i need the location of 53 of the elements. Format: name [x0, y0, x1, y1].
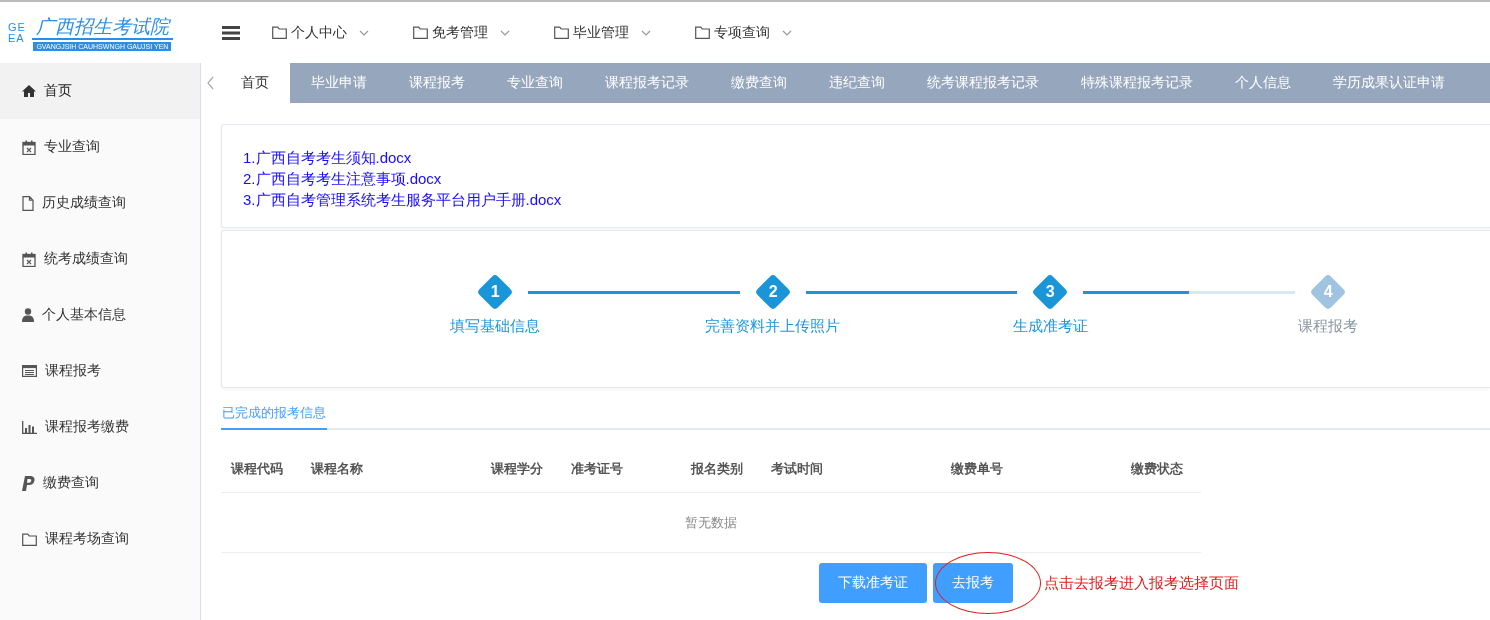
- folder-icon: [413, 26, 428, 39]
- column-header: 报名类别: [691, 460, 744, 478]
- folder-icon: [695, 26, 710, 39]
- calendar-icon: [22, 139, 36, 155]
- logo-letters: EA: [8, 32, 26, 44]
- menu-icon[interactable]: [222, 25, 240, 40]
- column-header: 课程代码: [229, 460, 284, 478]
- bar-chart-icon: [22, 420, 37, 434]
- home-icon: [22, 85, 36, 97]
- sidebar-item[interactable]: 历史成绩查询: [0, 175, 200, 231]
- document-link[interactable]: 1.广西自考考生须知.docx: [243, 147, 412, 168]
- folder-icon: [554, 26, 569, 39]
- step-label: 完善资料并上传照片: [705, 317, 841, 336]
- sidebar-item[interactable]: 个人基本信息: [0, 287, 200, 343]
- chevron-down-icon: [782, 29, 792, 36]
- sidebar-item[interactable]: 首页: [0, 63, 200, 119]
- list-icon: [22, 365, 37, 377]
- p-logo-icon: [22, 475, 35, 491]
- logo-title: 广西招生考试院: [31, 14, 173, 40]
- nav-menu[interactable]: 免考管理: [413, 23, 554, 42]
- file-icon: [22, 195, 34, 211]
- column-header: 缴费单号: [951, 460, 1004, 478]
- empty-table-text: 暂无数据: [685, 513, 737, 532]
- column-header: 课程名称: [311, 460, 364, 478]
- sidebar-item[interactable]: 课程报考缴费: [0, 399, 200, 455]
- column-header: 考试时间: [771, 460, 824, 478]
- document-link[interactable]: 2.广西自考考生注意事项.docx: [243, 168, 442, 189]
- column-header: 课程学分: [491, 460, 544, 478]
- user-icon: [22, 308, 34, 322]
- folder-icon: [272, 26, 287, 39]
- logo-letters: GE: [8, 21, 26, 33]
- column-header: 缴费状态: [1131, 460, 1184, 478]
- chevron-left-icon: [207, 76, 214, 90]
- column-header: 准考证号: [571, 460, 624, 478]
- calendar-icon: [22, 251, 36, 267]
- sidebar-item[interactable]: 专业查询: [0, 119, 200, 175]
- annotation-text: 点击去报考进入报考选择页面: [1044, 573, 1239, 593]
- sidebar-item[interactable]: 课程报考: [0, 343, 200, 399]
- step-label: 课程报考: [1298, 317, 1358, 336]
- nav-menu[interactable]: 个人中心: [272, 23, 413, 42]
- chevron-down-icon: [500, 29, 510, 36]
- nav-menu[interactable]: 专项查询: [695, 23, 836, 42]
- step-label: 生成准考证: [1012, 317, 1088, 336]
- sidebar-item[interactable]: 课程考场查询: [0, 511, 200, 567]
- tab[interactable]: 首页: [220, 63, 290, 103]
- sidebar-item[interactable]: 统考成绩查询: [0, 231, 200, 287]
- document-link[interactable]: 3.广西自考管理系统考生服务平台用户手册.docx: [243, 189, 562, 210]
- nav-menu[interactable]: 毕业管理: [554, 23, 695, 42]
- chevron-down-icon: [359, 29, 369, 36]
- sidebar-item[interactable]: 缴费查询: [0, 455, 200, 511]
- folder-icon: [22, 532, 37, 546]
- chevron-down-icon: [641, 29, 651, 36]
- step-label: 填写基础信息: [450, 317, 540, 336]
